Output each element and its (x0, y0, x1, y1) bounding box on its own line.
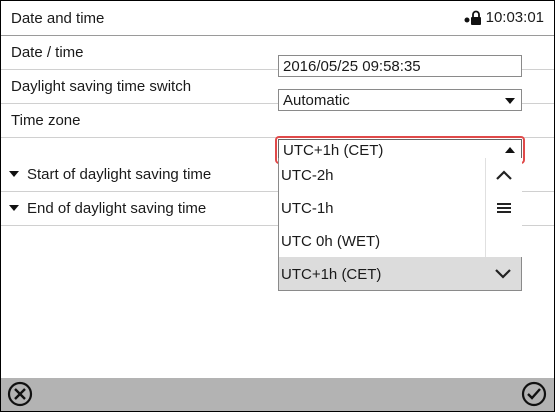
scroll-handle[interactable] (486, 191, 522, 224)
dst-switch-label: Daylight saving time switch (11, 78, 192, 95)
clock-time: 10:03:01 (485, 9, 544, 26)
dropdown-option[interactable]: UTC-1h (279, 191, 485, 224)
clock: 10:03:01 (464, 9, 544, 26)
scroll-up-button[interactable] (486, 158, 522, 191)
menu-icon (497, 202, 511, 213)
footer-bar (1, 378, 554, 411)
chevron-up-icon (496, 169, 512, 180)
chevron-down-icon (495, 268, 511, 279)
app-window: Date and time 10:03:01 Date / time 2016/… (0, 0, 555, 412)
time-zone-label: Time zone (11, 112, 81, 129)
scroll-down-button[interactable] (485, 257, 521, 290)
page-title: Date and time (11, 10, 105, 27)
start-dst-label: Start of daylight saving time (9, 166, 211, 183)
row-time-zone: Time zone (1, 104, 554, 138)
expand-triangle-icon (9, 171, 19, 178)
end-dst-label: End of daylight saving time (9, 200, 206, 217)
lock-icon (464, 10, 481, 25)
cancel-icon[interactable] (7, 381, 33, 407)
time-zone-dropdown: UTC-2h UTC-1h UTC 0h (WET) UTC+1h (CET) (278, 158, 522, 291)
date-time-label: Date / time (11, 44, 84, 61)
dropdown-option[interactable]: UTC-2h (279, 158, 485, 191)
dropdown-option[interactable]: UTC 0h (WET) (279, 224, 485, 257)
dropdown-scrollbar[interactable] (485, 158, 522, 257)
header-bar: Date and time 10:03:01 (1, 1, 554, 36)
expand-triangle-icon (9, 205, 19, 212)
confirm-icon[interactable] (521, 381, 547, 407)
